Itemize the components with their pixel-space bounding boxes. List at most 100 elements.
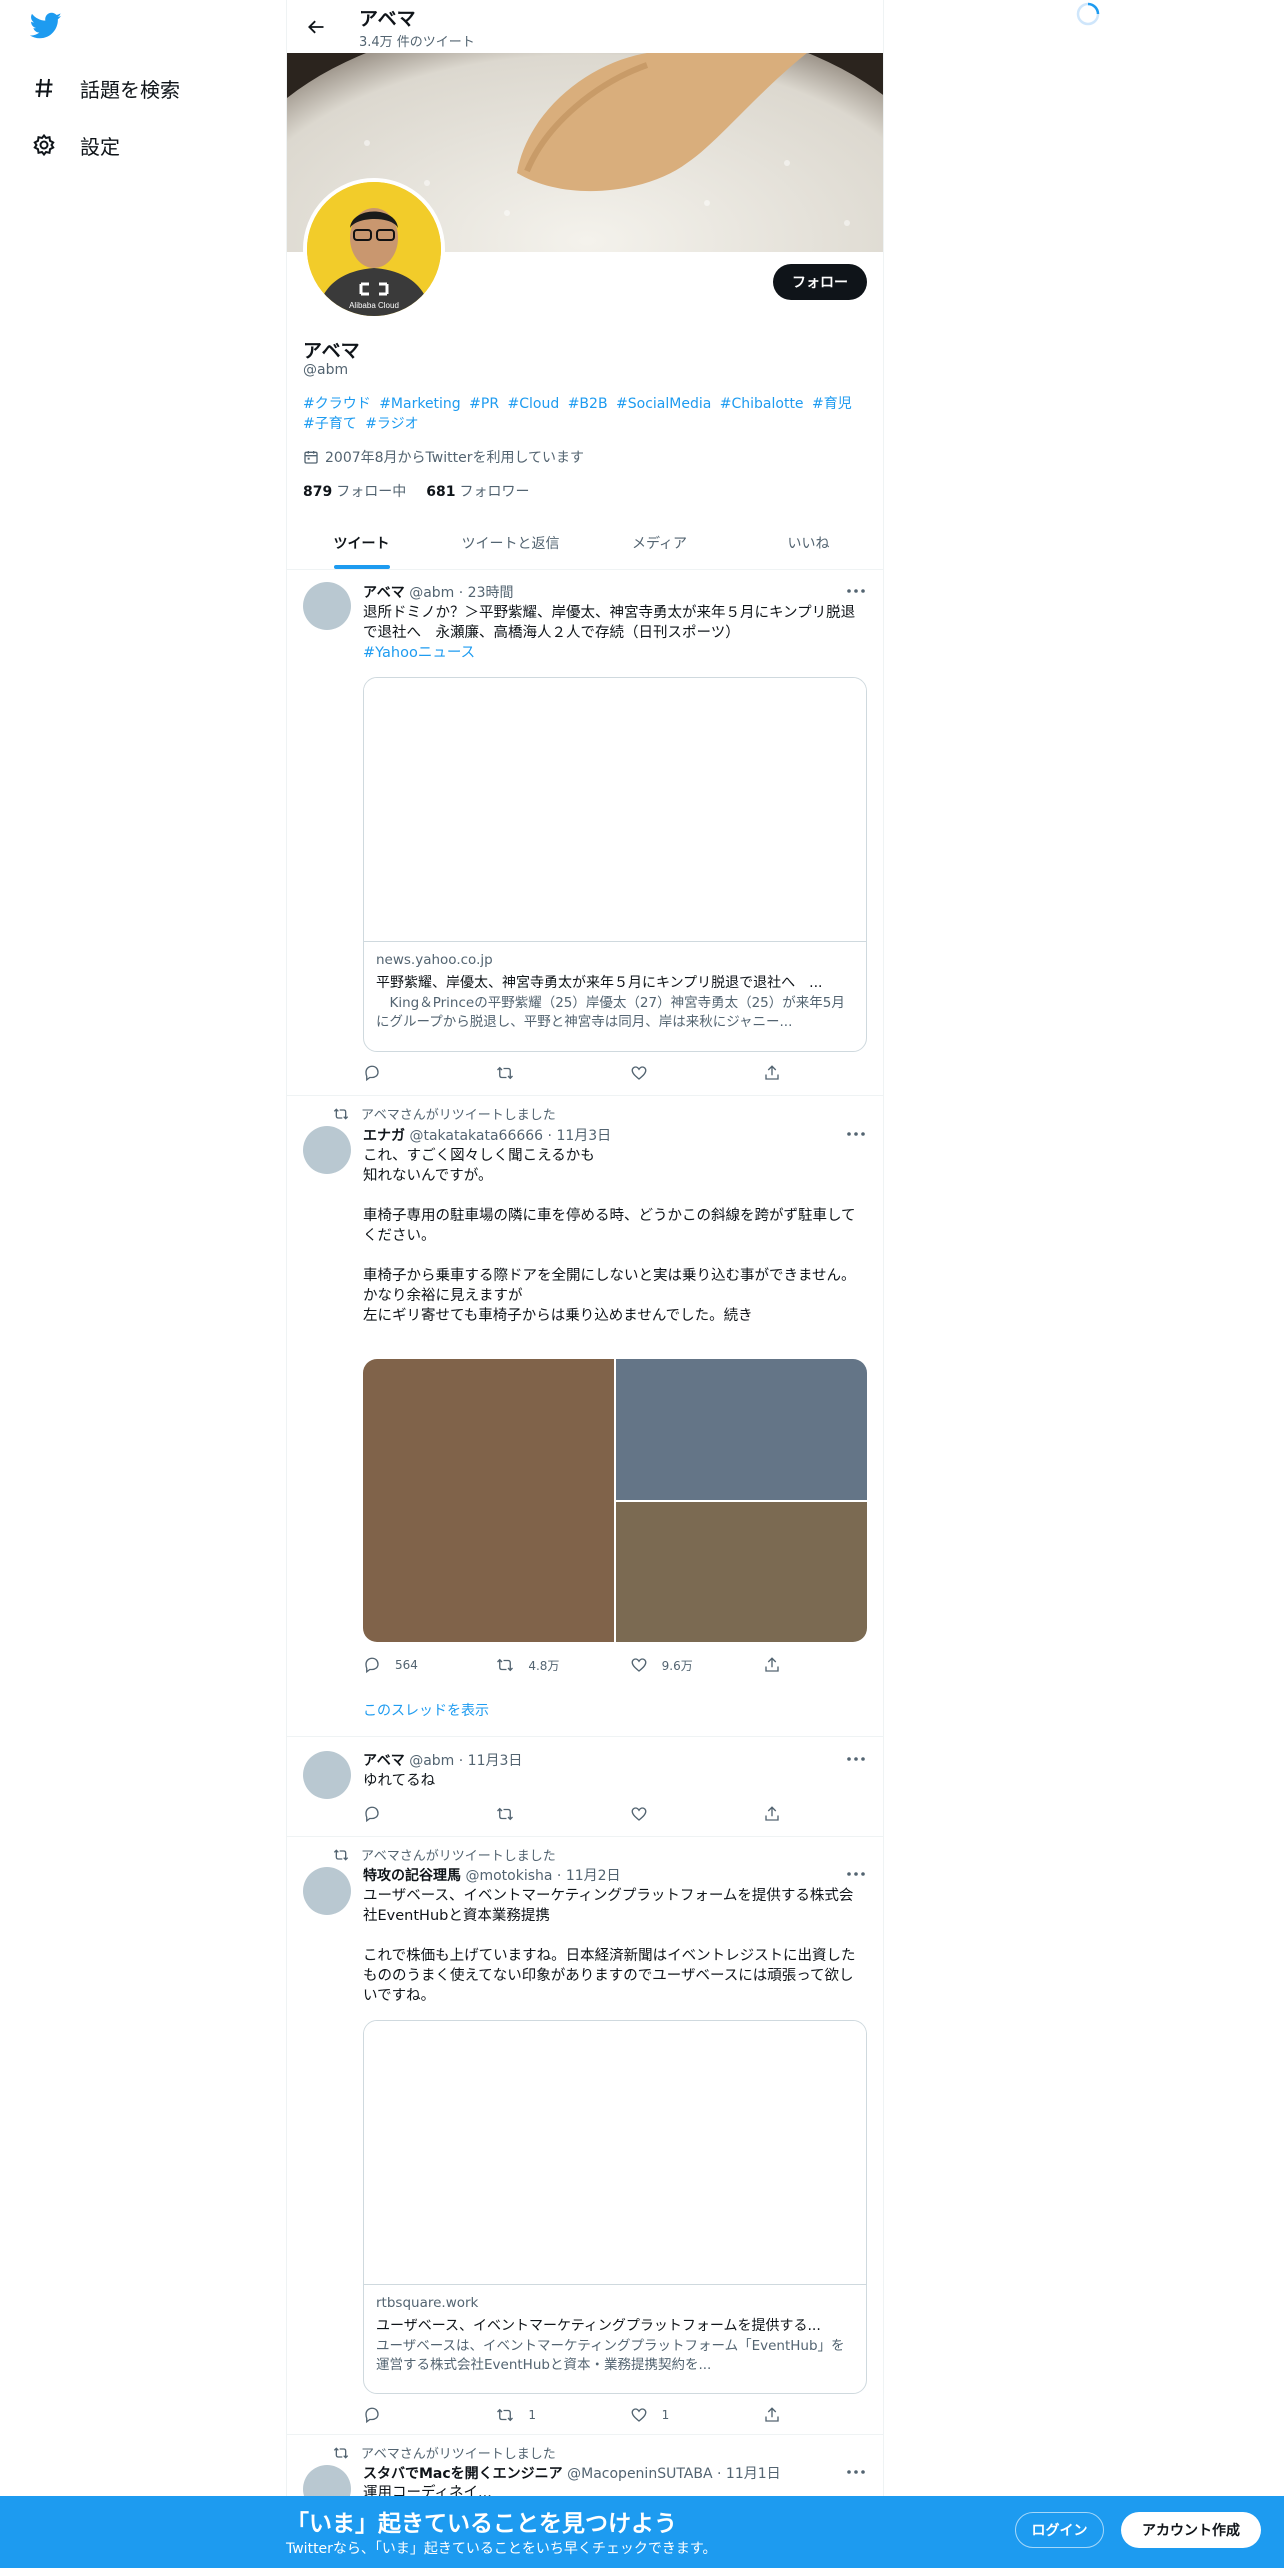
tweet-author-name[interactable]: アベマ (363, 1753, 405, 1769)
tweet-text: ゆれてるね (363, 1773, 436, 1789)
bio-hashtag[interactable]: #ラジオ (365, 416, 418, 432)
bio-hashtag[interactable]: #PR (469, 396, 499, 412)
following-link[interactable]: 879 フォロー中 (303, 481, 406, 501)
tweet-time[interactable]: 11月3日 (556, 1128, 611, 1144)
tweet-author-name[interactable]: アベマ (363, 585, 405, 601)
twitter-bird-icon[interactable] (29, 12, 66, 48)
reply-button[interactable] (363, 1803, 443, 1825)
more-options-icon[interactable] (845, 1750, 867, 1768)
card-description: King＆Princeの平野紫耀（25）岸優太（27）神宮寺勇太（25）が来年5… (376, 995, 845, 1030)
heart-icon (631, 2408, 647, 2422)
bio-hashtag[interactable]: #Chibalotte (720, 396, 804, 412)
share-icon (765, 1657, 779, 1672)
tab-media[interactable]: メディア (585, 517, 734, 569)
tweet-photo[interactable] (363, 1359, 614, 1642)
share-icon (765, 2407, 779, 2422)
retweeted-by[interactable]: アベマさんがリツイートしました (361, 2443, 556, 2462)
tweet-actions (363, 1803, 783, 1825)
share-icon (765, 1065, 779, 1080)
share-button[interactable] (763, 1062, 783, 1084)
bio-hashtag[interactable]: #育児 (812, 396, 852, 412)
like-count: 1 (661, 2408, 670, 2422)
bio-hashtag[interactable]: #B2B (568, 396, 608, 412)
tweet-author-name[interactable]: スタバでMacを開くエンジニア (363, 2466, 563, 2482)
nav-settings-label: 設定 (80, 134, 120, 159)
tweet[interactable]: アベマさんがリツイートしました スタバでMacを開くエンジニア @Macopen… (287, 2435, 883, 2513)
like-button[interactable] (630, 1062, 710, 1084)
tweet-time[interactable]: 23時間 (468, 585, 514, 601)
tweet-photo[interactable] (616, 1501, 867, 1642)
signup-banner-subtitle: Twitterなら、「いま」起きていることをいち早くチェックできます。 (286, 2541, 717, 2557)
tweet-time[interactable]: 11月1日 (726, 2466, 781, 2482)
tweet[interactable]: アベマさんがリツイートしました 特攻の記谷理馬 @motokisha · 11月… (287, 1837, 883, 2435)
link-card[interactable]: rtbsquare.work ユーザベース、イベントマーケティングプラットフォー… (363, 2020, 867, 2394)
tweet-photo[interactable] (616, 1359, 867, 1500)
tweet-actions: 1 1 (363, 2404, 783, 2426)
profile-header-bar: アベマ 3.4万 件のツイート (287, 0, 883, 53)
retweet-icon (497, 2408, 514, 2422)
tweet-media-grid (363, 1359, 867, 1642)
tweet[interactable]: アベマさんがリツイートしました エナガ @takatakata66666 · 1… (287, 1096, 883, 1737)
follow-stats: 879 フォロー中 681 フォロワー (303, 481, 529, 501)
tweet[interactable]: アベマ @abm · 23時間 退所ドミノか？＞平野紫耀、岸優太、神宮寺勇太が来… (287, 570, 883, 1096)
nav-explore[interactable]: 話題を検索 (30, 66, 180, 110)
retweet-button[interactable]: 1 (496, 2404, 576, 2426)
bio-hashtag[interactable]: #SocialMedia (616, 396, 711, 412)
tweet-text: これ、すごく図々しく聞こえるかも 知れないんですが。 車椅子専用の駐車場の隣に車… (363, 1148, 856, 1324)
share-button[interactable] (763, 1654, 783, 1676)
tab-likes[interactable]: いいね (734, 517, 883, 569)
bio-hashtag[interactable]: #子育て (303, 416, 357, 432)
reply-icon (365, 1806, 379, 1823)
retweeted-by[interactable]: アベマさんがリツイートしました (361, 1845, 556, 1864)
tweet-avatar[interactable] (303, 1867, 351, 1915)
followers-link[interactable]: 681 フォロワー (426, 481, 529, 501)
tweet-hashtag-link[interactable]: #Yahooニュース (363, 645, 475, 661)
tweet-avatar[interactable] (303, 582, 351, 630)
like-button[interactable]: 9.6万 (630, 1654, 710, 1676)
like-button[interactable]: 1 (630, 2404, 710, 2426)
retweet-button[interactable] (496, 1062, 576, 1084)
retweet-indicator: アベマさんがリツイートしました (333, 2443, 556, 2462)
reply-button[interactable] (363, 1062, 443, 1084)
like-button[interactable] (630, 1803, 710, 1825)
more-options-icon[interactable] (845, 1865, 867, 1883)
more-options-icon[interactable] (845, 582, 867, 600)
more-options-icon[interactable] (845, 2463, 867, 2481)
share-button[interactable] (763, 2404, 783, 2426)
tweet-author-name[interactable]: 特攻の記谷理馬 (363, 1868, 461, 1884)
show-thread-link[interactable]: このスレッドを表示 (363, 1700, 489, 1720)
tweet-avatar[interactable] (303, 1751, 351, 1799)
tweet-time[interactable]: 11月3日 (468, 1753, 523, 1769)
back-arrow-icon[interactable] (301, 12, 331, 42)
tab-tweets-replies[interactable]: ツイートと返信 (436, 517, 585, 569)
reply-button[interactable]: 564 (363, 1654, 443, 1676)
bio-hashtag[interactable]: #クラウド (303, 396, 371, 412)
main-column: アベマ 3.4万 件のツイート Alibaba Cloud フォロー アベマ @… (286, 0, 884, 2568)
heart-icon (631, 1658, 647, 1672)
following-label: フォロー中 (336, 484, 407, 500)
more-options-icon[interactable] (845, 1125, 867, 1143)
loading-spinner-icon (1076, 2, 1100, 26)
create-account-button[interactable]: アカウント作成 (1121, 2512, 1261, 2548)
nav-settings[interactable]: 設定 (30, 123, 120, 167)
tweet-time[interactable]: 11月2日 (566, 1868, 621, 1884)
bio-hashtag[interactable]: #Marketing (379, 396, 461, 412)
retweet-button[interactable]: 4.8万 (496, 1654, 576, 1676)
gear-icon (30, 131, 58, 159)
profile-handle: @abm (303, 362, 349, 378)
tweet-author-name[interactable]: エナガ (363, 1128, 405, 1144)
reply-button[interactable] (363, 2404, 443, 2426)
retweet-button[interactable] (496, 1803, 576, 1825)
share-button[interactable] (763, 1803, 783, 1825)
tweet-avatar[interactable] (303, 1126, 351, 1174)
tweet[interactable]: アベマ @abm · 11月3日 ゆれてるね (287, 1737, 883, 1837)
reply-icon (365, 1657, 379, 1674)
bio-hashtag[interactable]: #Cloud (508, 396, 560, 412)
follow-button[interactable]: フォロー (773, 264, 867, 300)
retweeted-by[interactable]: アベマさんがリツイートしました (361, 1104, 556, 1123)
tab-tweets[interactable]: ツイート (287, 517, 436, 569)
signup-banner: 「いま」起きていることを見つけよう Twitterなら、「いま」起きていることを… (0, 2496, 1284, 2568)
link-card[interactable]: news.yahoo.co.jp 平野紫耀、岸優太、神宮寺勇太が来年５月にキンプ… (363, 677, 867, 1052)
profile-avatar[interactable]: Alibaba Cloud (303, 178, 445, 320)
login-button[interactable]: ログイン (1015, 2512, 1104, 2548)
